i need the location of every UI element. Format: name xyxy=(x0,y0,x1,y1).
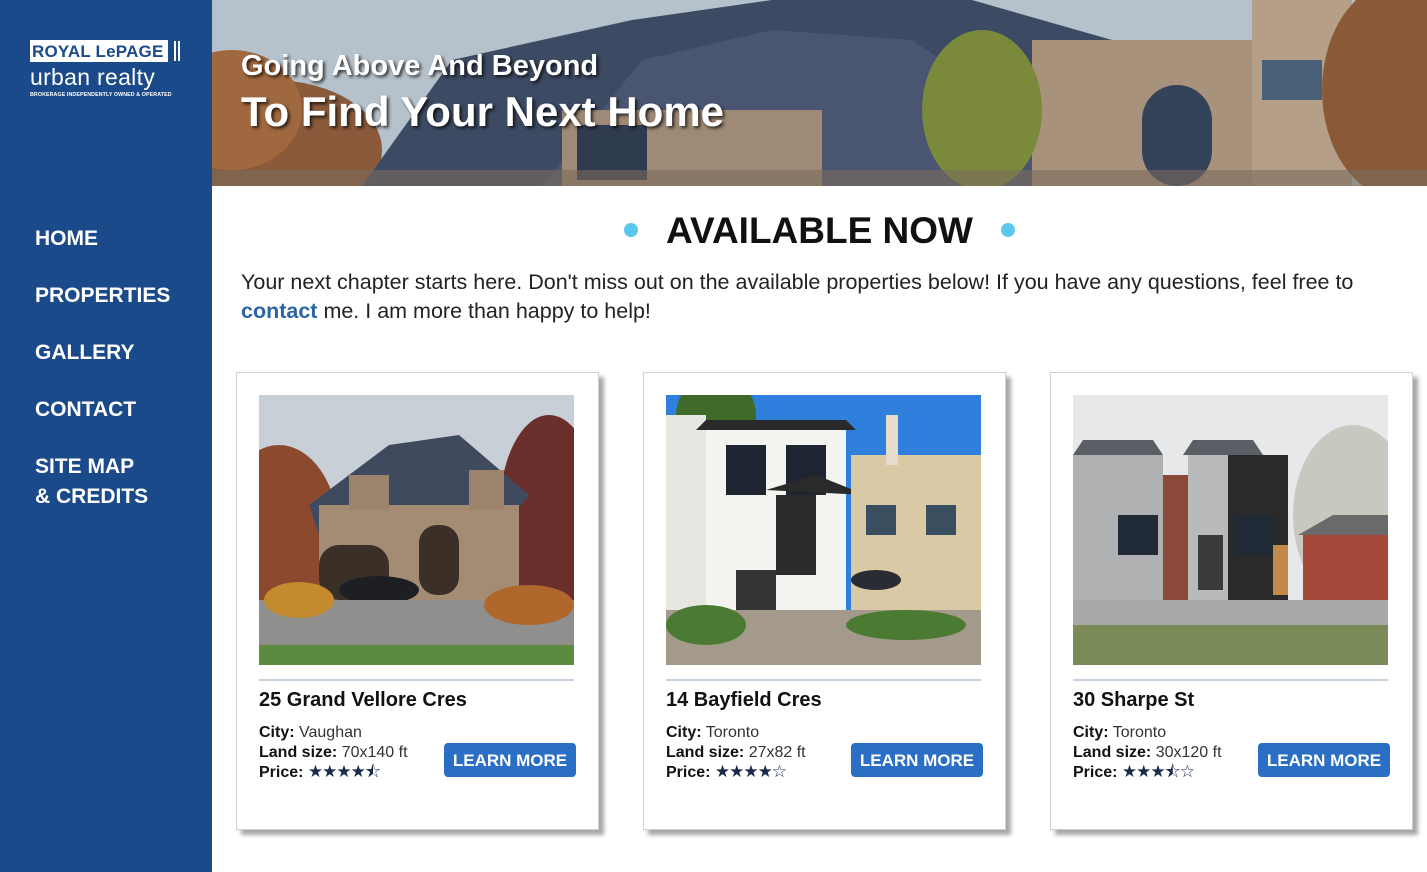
learn-more-button[interactable]: LEARN MORE xyxy=(444,743,576,777)
hero-headline: To Find Your Next Home xyxy=(241,88,725,135)
house-photo-3 xyxy=(1073,395,1388,665)
listing-details: City: Toronto Land size: 27x82 ft Price:… xyxy=(666,723,806,783)
listing-land-size: 27x82 ft xyxy=(748,743,806,761)
price-label: Price: xyxy=(259,764,304,781)
listing-photo[interactable] xyxy=(666,395,981,665)
main-nav: HOME PROPERTIES GALLERY CONTACT SITE MAP… xyxy=(35,224,170,539)
card-divider xyxy=(666,679,981,681)
listing-card: 14 Bayfield Cres City: Toronto Land size… xyxy=(643,372,1006,830)
nav-item-gallery[interactable]: GALLERY xyxy=(35,338,170,368)
listing-address: 25 Grand Vellore Cres xyxy=(259,689,467,711)
nav-item-home[interactable]: HOME xyxy=(35,224,170,254)
intro-text-start: Your next chapter starts here. Don't mis… xyxy=(241,270,1354,294)
price-stars-icon: ★★★★☆ xyxy=(714,762,787,781)
card-divider xyxy=(1073,679,1388,681)
nav-item-site-map-line2: & CREDITS xyxy=(35,485,149,508)
price-stars-icon: ★★★⯪☆ xyxy=(1121,762,1195,781)
listing-land-size: 70x140 ft xyxy=(341,743,408,761)
logo-stripes xyxy=(173,41,182,61)
listing-card: 25 Grand Vellore Cres City: Vaughan Land… xyxy=(236,372,599,830)
listing-city: Toronto xyxy=(1112,724,1167,741)
land-size-label: Land size: xyxy=(1073,743,1152,761)
listing-land-size: 30x120 ft xyxy=(1155,743,1222,761)
nav-item-site-map-line1: SITE MAP xyxy=(35,455,135,478)
intro-paragraph: Your next chapter starts here. Don't mis… xyxy=(241,268,1421,326)
contact-link[interactable]: contact xyxy=(241,299,317,323)
nav-item-contact[interactable]: CONTACT xyxy=(35,395,170,425)
house-photo-2 xyxy=(666,395,981,665)
city-label: City: xyxy=(1073,724,1109,741)
right-dot-icon xyxy=(1000,223,1015,238)
nav-item-properties[interactable]: PROPERTIES xyxy=(35,281,170,311)
brand-logo[interactable]: ROYAL LePAGE urban realty BROKERAGE INDE… xyxy=(30,40,182,99)
price-label: Price: xyxy=(666,764,711,781)
hero-banner: Going Above And Beyond To Find Your Next… xyxy=(212,0,1427,186)
listing-card: 30 Sharpe St City: Toronto Land size: 30… xyxy=(1050,372,1413,830)
price-stars-icon: ★★★★⯪ xyxy=(307,762,381,781)
listing-city: Toronto xyxy=(705,724,760,741)
listing-address: 14 Bayfield Cres xyxy=(666,689,822,711)
hero-tagline: Going Above And Beyond xyxy=(241,50,599,82)
intro-text-end: me. I am more than happy to help! xyxy=(317,299,651,323)
section-title-text: AVAILABLE NOW xyxy=(666,210,973,251)
card-divider xyxy=(259,679,574,681)
learn-more-button[interactable]: LEARN MORE xyxy=(851,743,983,777)
city-label: City: xyxy=(666,724,702,741)
city-label: City: xyxy=(259,724,295,741)
listing-photo[interactable] xyxy=(259,395,574,665)
sidebar: ROYAL LePAGE urban realty BROKERAGE INDE… xyxy=(0,0,212,872)
listing-photo[interactable] xyxy=(1073,395,1388,665)
learn-more-button[interactable]: LEARN MORE xyxy=(1258,743,1390,777)
land-size-label: Land size: xyxy=(259,743,338,761)
logo-tagline: BROKERAGE INDEPENDENTLY OWNED & OPERATED xyxy=(30,92,172,98)
logo-subname: urban realty xyxy=(30,64,156,90)
listing-details: City: Vaughan Land size: 70x140 ft Price… xyxy=(259,723,408,783)
house-photo-1 xyxy=(259,395,574,665)
nav-item-site-map[interactable]: SITE MAP & CREDITS xyxy=(35,452,170,512)
section-title: AVAILABLE NOW xyxy=(212,210,1427,252)
left-dot-icon xyxy=(624,223,639,238)
logo-brand-text: ROYAL LePAGE xyxy=(30,40,168,62)
land-size-label: Land size: xyxy=(666,743,745,761)
listing-city: Vaughan xyxy=(299,724,362,741)
listing-address: 30 Sharpe St xyxy=(1073,689,1195,711)
price-label: Price: xyxy=(1073,764,1118,781)
listing-details: City: Toronto Land size: 30x120 ft Price… xyxy=(1073,723,1222,783)
